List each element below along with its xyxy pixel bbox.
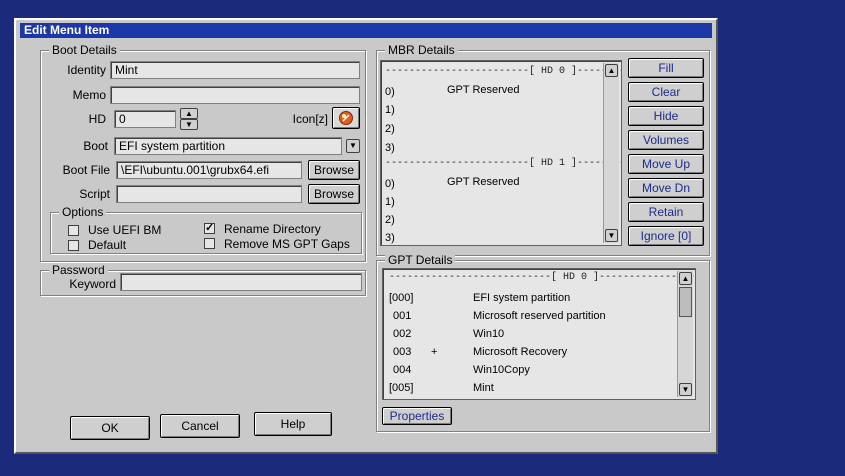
ok-button[interactable]: OK	[70, 416, 150, 440]
help-button[interactable]: Help	[254, 412, 332, 436]
mbr-scrollbar[interactable]: ▲ ▼	[603, 63, 619, 243]
clear-button[interactable]: Clear	[628, 82, 704, 102]
remove-ms-gpt-gaps-checkbox[interactable]	[204, 238, 215, 249]
list-item[interactable]: GPT Reserved	[447, 83, 520, 97]
move-down-button[interactable]: Move Dn	[628, 178, 704, 198]
boot-select-chevron-down-icon[interactable]: ▼	[346, 139, 360, 153]
scroll-up-icon[interactable]: ▲	[605, 64, 618, 77]
password-legend: Password	[49, 263, 108, 277]
hd-field[interactable]: 0	[114, 110, 176, 128]
list-item[interactable]: GPT Reserved	[447, 175, 520, 189]
bootfile-field[interactable]: \EFI\ubuntu.001\grubx64.efi	[116, 161, 302, 179]
default-checkbox[interactable]	[68, 240, 79, 251]
memo-field[interactable]	[110, 86, 360, 104]
mbr-hd1-header: ------------------------[ HD 1 ]--------…	[385, 158, 621, 169]
app-icon	[339, 111, 353, 125]
scroll-down-icon[interactable]: ▼	[605, 229, 618, 242]
edit-menu-item-dialog: Edit Menu Item Boot Details Identity Min…	[14, 18, 718, 454]
rename-directory-checkbox[interactable]: ✓	[204, 223, 215, 234]
boot-label: Boot	[83, 139, 108, 153]
remove-ms-gpt-gaps-label: Remove MS GPT Gaps	[224, 237, 350, 251]
gpt-details-legend: GPT Details	[385, 253, 456, 267]
keyword-field[interactable]	[120, 273, 362, 291]
identity-label: Identity	[67, 63, 106, 77]
gpt-details-list[interactable]: ---------------------------[ HD 0 ]-----…	[382, 268, 696, 400]
bootfile-label: Boot File	[62, 163, 110, 177]
bootfile-browse-button[interactable]: Browse	[308, 160, 360, 180]
scroll-down-icon[interactable]: ▼	[679, 383, 692, 396]
gpt-scroll-thumb[interactable]	[679, 287, 692, 317]
keyword-label: Keyword	[69, 277, 116, 291]
scroll-up-icon[interactable]: ▲	[679, 272, 692, 285]
dialog-title: Edit Menu Item	[20, 23, 712, 38]
fill-button[interactable]: Fill	[628, 58, 704, 78]
hide-button[interactable]: Hide	[628, 106, 704, 126]
list-item[interactable]: 1)	[385, 195, 395, 209]
cancel-button[interactable]: Cancel	[160, 414, 240, 438]
volumes-button[interactable]: Volumes	[628, 130, 704, 150]
list-item[interactable]: 0)	[385, 85, 395, 99]
hd-spin-down-icon[interactable]: ▼	[180, 119, 198, 130]
boot-select[interactable]: EFI system partition	[114, 137, 342, 155]
hd-spinner[interactable]: ▲ ▼	[180, 108, 198, 130]
use-uefi-bm-label: Use UEFI BM	[88, 223, 162, 237]
list-item[interactable]: 3)	[385, 141, 395, 155]
boot-details-legend: Boot Details	[49, 43, 120, 57]
list-item[interactable]: 3)	[385, 231, 395, 245]
default-label: Default	[88, 238, 127, 252]
identity-field[interactable]: Mint	[110, 61, 360, 79]
list-item[interactable]: 2)	[385, 122, 395, 136]
memo-label: Memo	[72, 88, 106, 102]
move-up-button[interactable]: Move Up	[628, 154, 704, 174]
hd-spin-up-icon[interactable]: ▲	[180, 108, 198, 119]
mbr-hd0-header: ------------------------[ HD 0 ]--------…	[385, 66, 621, 77]
use-uefi-bm-checkbox[interactable]	[68, 225, 79, 236]
script-label: Script	[79, 187, 110, 201]
icon-picker-button[interactable]	[332, 107, 360, 129]
list-item[interactable]: 1)	[385, 103, 395, 117]
gpt-scrollbar[interactable]: ▲ ▼	[677, 271, 693, 397]
list-item[interactable]: 0)	[385, 177, 395, 191]
script-browse-button[interactable]: Browse	[308, 184, 360, 204]
list-item[interactable]: 2)	[385, 213, 395, 227]
mbr-details-list[interactable]: ------------------------[ HD 0 ]--------…	[380, 60, 622, 246]
retain-button[interactable]: Retain	[628, 202, 704, 222]
mbr-details-legend: MBR Details	[385, 43, 458, 57]
gpt-hd0-header: ---------------------------[ HD 0 ]-----…	[389, 272, 695, 283]
ignore-button[interactable]: Ignore [0]	[628, 226, 704, 246]
properties-button[interactable]: Properties	[382, 407, 452, 425]
rename-directory-label: Rename Directory	[224, 222, 321, 236]
hd-label: HD	[88, 112, 106, 126]
icon-label: Icon[z]	[292, 112, 328, 126]
options-legend: Options	[59, 205, 107, 219]
script-field[interactable]	[116, 185, 302, 203]
